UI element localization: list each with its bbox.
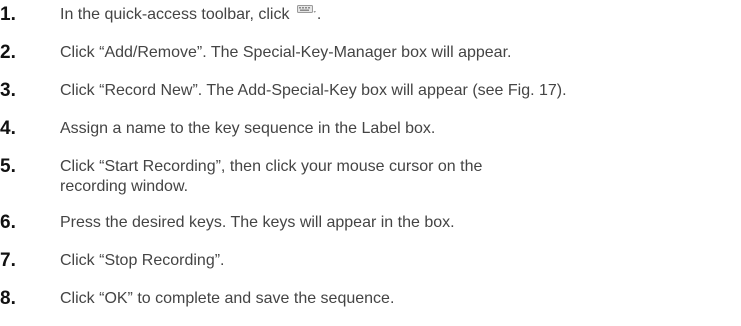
step-number: 1. <box>0 4 16 25</box>
keyboard-icon <box>296 5 317 15</box>
step-text: Click “Start Recording”, then click your… <box>60 158 483 195</box>
step-number: 3. <box>0 80 16 101</box>
step-text: Click “Stop Recording”. <box>60 252 225 269</box>
step-number: 2. <box>0 42 16 63</box>
step-number: 5. <box>0 156 16 177</box>
step-text: Click “Record New”. The Add-Special-Key … <box>60 82 567 99</box>
step-number: 4. <box>0 118 16 139</box>
step-number: 6. <box>0 212 16 233</box>
step-number: 8. <box>0 288 16 309</box>
step-text: Click “Add/Remove”. The Special-Key-Mana… <box>60 44 512 61</box>
step-text: Click “OK” to complete and save the sequ… <box>60 290 395 307</box>
step-text: Press the desired keys. The keys will ap… <box>60 214 455 231</box>
step-text: Assign a name to the key sequence in the… <box>60 120 436 137</box>
step-text: In the quick-access toolbar, click . <box>60 5 322 23</box>
step-number: 7. <box>0 250 16 271</box>
